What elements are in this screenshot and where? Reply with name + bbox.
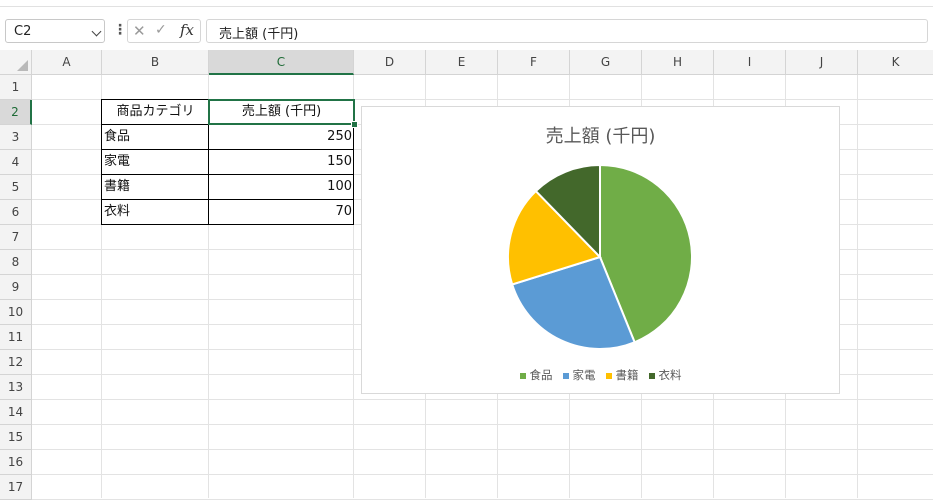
formula-value: 売上額 (千円) (219, 27, 299, 42)
chart-legend: 食品 家電 書籍 衣料 (362, 367, 839, 383)
check-icon[interactable]: ✓ (155, 22, 167, 38)
gridline-row (32, 424, 933, 425)
column-header-h[interactable]: H (642, 50, 714, 75)
header-cell-category[interactable]: 商品カテゴリ (102, 100, 209, 125)
row-header-3[interactable]: 3 (0, 125, 32, 150)
row-header-1[interactable]: 1 (0, 75, 32, 100)
select-all-button[interactable] (0, 50, 32, 75)
legend-label: 書籍 (615, 368, 639, 382)
row-header-11[interactable]: 11 (0, 325, 32, 350)
pie-chart[interactable]: 売上額 (千円) 食品 家電 書籍 衣料 (361, 106, 840, 394)
sales-cell[interactable]: 100 (209, 175, 354, 200)
legend-item[interactable]: 食品 (519, 367, 553, 383)
selected-cell-c2 (208, 99, 355, 125)
cancel-icon[interactable]: ✕ (133, 22, 146, 40)
column-header-j[interactable]: J (786, 50, 858, 75)
formula-bar: C2 ⋮ ✕ ✓ fx 売上額 (千円) (0, 14, 933, 48)
gridline-row (32, 399, 933, 400)
legend-item[interactable]: 家電 (562, 367, 596, 383)
category-cell[interactable]: 家電 (102, 150, 209, 175)
row-header-2[interactable]: 2 (0, 100, 32, 125)
legend-label: 衣料 (658, 368, 682, 382)
chevron-down-icon[interactable] (91, 26, 102, 37)
row-header-6[interactable]: 6 (0, 200, 32, 225)
legend-item[interactable]: 衣料 (648, 367, 682, 383)
row-header-7[interactable]: 7 (0, 225, 32, 250)
row-header-12[interactable]: 12 (0, 350, 32, 375)
row-header-8[interactable]: 8 (0, 250, 32, 275)
row-header-4[interactable]: 4 (0, 150, 32, 175)
sales-cell[interactable]: 70 (209, 200, 354, 225)
row-header-10[interactable]: 10 (0, 300, 32, 325)
fill-handle[interactable] (351, 121, 358, 128)
legend-swatch (562, 372, 569, 379)
category-cell[interactable]: 食品 (102, 125, 209, 150)
column-header-f[interactable]: F (498, 50, 570, 75)
name-box[interactable]: C2 (5, 19, 105, 43)
table-border (101, 174, 354, 175)
name-box-value: C2 (14, 24, 32, 39)
column-header-c[interactable]: C (209, 50, 354, 75)
table-border (101, 99, 102, 225)
column-header-i[interactable]: I (714, 50, 786, 75)
column-header-g[interactable]: G (570, 50, 642, 75)
worksheet-grid[interactable]: A B C D E F G H I J K 1 2 3 4 5 6 7 8 9 10 11 12 13 14 15 16 17 商品カテ… (0, 50, 933, 500)
pie-plot-area (507, 163, 693, 350)
more-options-icon[interactable]: ⋮ (113, 23, 127, 37)
column-header-b[interactable]: B (102, 50, 209, 75)
row-header-13[interactable]: 13 (0, 375, 32, 400)
row-header-14[interactable]: 14 (0, 400, 32, 425)
category-cell[interactable]: 書籍 (102, 175, 209, 200)
column-header-e[interactable]: E (426, 50, 498, 75)
row-header-9[interactable]: 9 (0, 275, 32, 300)
gridline-column (857, 75, 858, 498)
table-border (101, 224, 354, 225)
sales-cell[interactable]: 250 (209, 125, 354, 150)
row-header-17[interactable]: 17 (0, 475, 32, 500)
formula-buttons: ✕ ✓ fx (127, 19, 201, 43)
row-header-16[interactable]: 16 (0, 450, 32, 475)
column-header-d[interactable]: D (354, 50, 426, 75)
category-cell[interactable]: 衣料 (102, 200, 209, 225)
column-header-a[interactable]: A (32, 50, 102, 75)
row-header-15[interactable]: 15 (0, 425, 32, 450)
table-border (101, 149, 354, 150)
formula-input[interactable]: 売上額 (千円) (206, 19, 928, 43)
legend-label: 家電 (572, 368, 596, 382)
gridline-row (32, 474, 933, 475)
sales-cell[interactable]: 150 (209, 150, 354, 175)
table-border (101, 199, 354, 200)
legend-swatch (648, 372, 655, 379)
ribbon-strip (0, 0, 933, 7)
gridline-row (32, 449, 933, 450)
legend-swatch (605, 372, 612, 379)
insert-function-icon[interactable]: fx (180, 21, 194, 39)
row-header-5[interactable]: 5 (0, 175, 32, 200)
legend-label: 食品 (529, 368, 553, 382)
legend-item[interactable]: 書籍 (605, 367, 639, 383)
legend-swatch (519, 372, 526, 379)
column-header-k[interactable]: K (858, 50, 933, 75)
